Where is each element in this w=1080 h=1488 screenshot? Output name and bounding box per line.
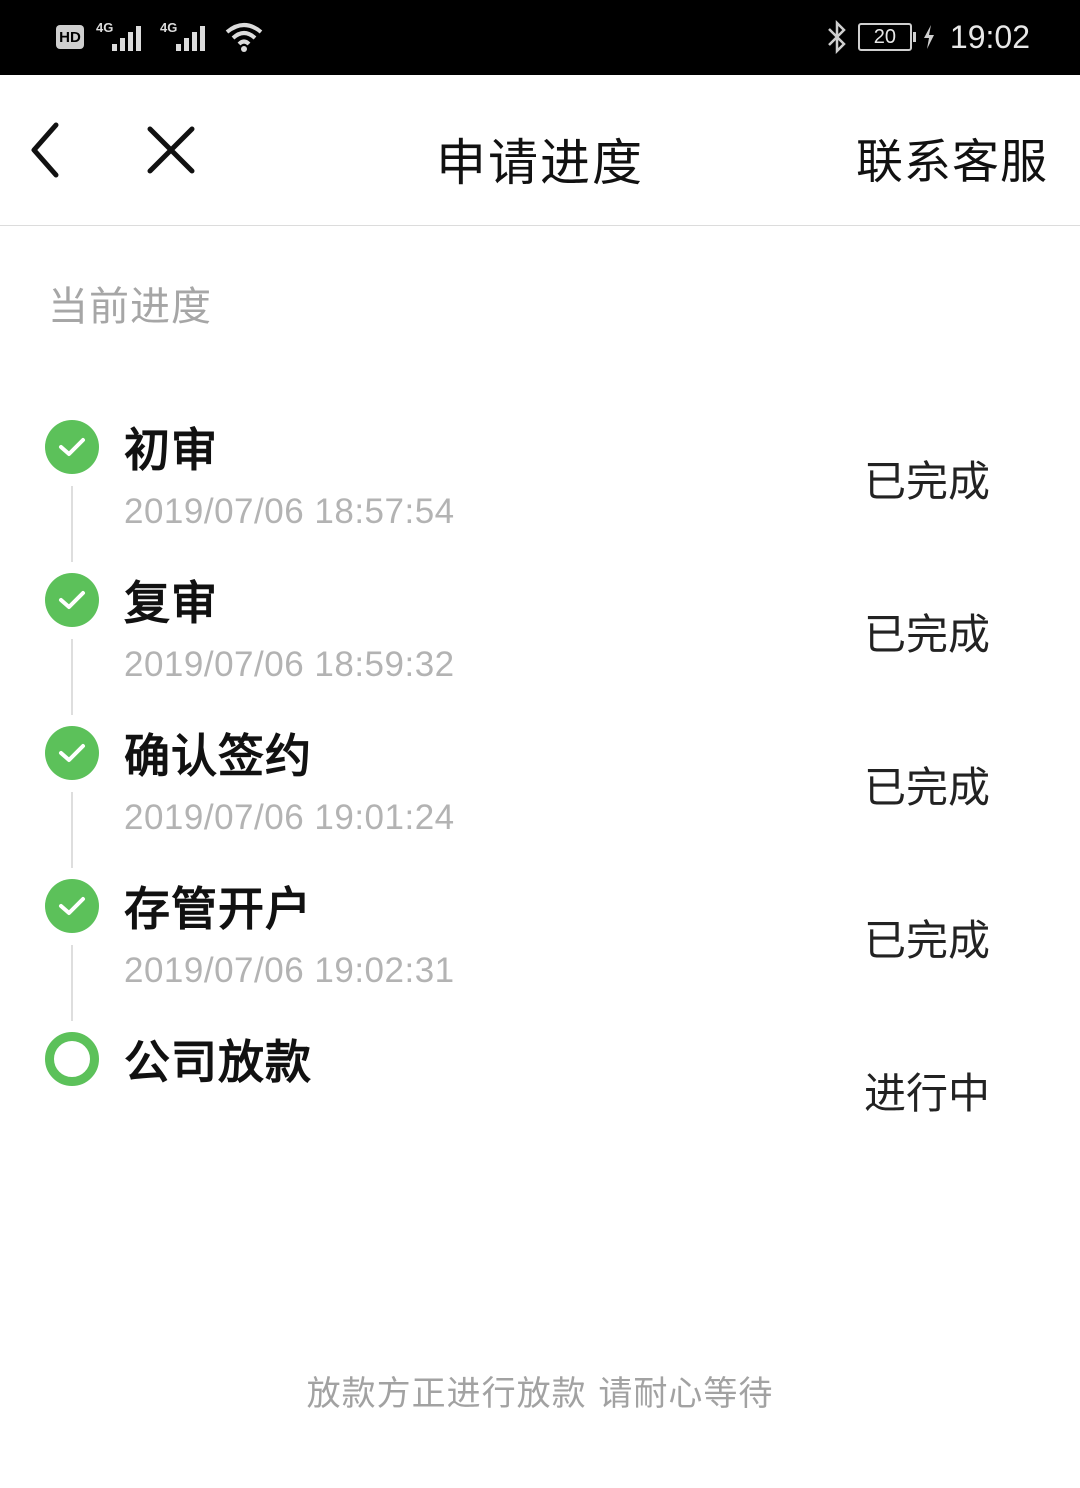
signal-bars-icon — [112, 26, 141, 51]
pending-circle-icon — [45, 1032, 99, 1086]
step-title: 初审 — [124, 423, 218, 477]
step-time: 2019/07/06 19:01:24 — [124, 798, 455, 837]
check-circle-icon — [45, 573, 99, 627]
step-title: 确认签约 — [124, 729, 312, 783]
step-time: 2019/07/06 19:02:31 — [124, 951, 455, 990]
cellular-signal-1: 4G — [96, 20, 148, 54]
timeline-connector — [71, 792, 73, 868]
status-right: 20 19:02 — [826, 14, 1030, 60]
footer-note: 放款方正进行放款 请耐心等待 — [306, 1374, 774, 1414]
status-bar: HD 4G 4G 20 19:02 — [0, 0, 1080, 75]
battery-level: 20 — [873, 25, 897, 48]
timeline-step: 存管开户 2019/07/06 19:02:31 已完成 — [0, 859, 1080, 1021]
check-circle-icon — [45, 726, 99, 780]
status-left: HD 4G 4G — [56, 17, 264, 57]
bluetooth-icon — [826, 20, 848, 54]
step-status: 已完成 — [863, 610, 990, 659]
contact-support-button[interactable]: 联系客服 — [856, 123, 1048, 192]
signal-bars-icon — [176, 26, 205, 51]
step-status: 已完成 — [863, 763, 990, 812]
step-time: 2019/07/06 18:57:54 — [124, 492, 455, 531]
step-time: 2019/07/06 18:59:32 — [124, 645, 455, 684]
step-title: 复审 — [124, 576, 218, 630]
nav-bar: 申请进度 联系客服 — [0, 75, 1080, 226]
timeline-step: 初审 2019/07/06 18:57:54 已完成 — [0, 400, 1080, 562]
step-title: 公司放款 — [124, 1035, 312, 1089]
timeline-connector — [71, 945, 73, 1021]
step-status: 已完成 — [863, 457, 990, 506]
hd-badge: HD — [56, 25, 84, 49]
timeline-step: 确认签约 2019/07/06 19:01:24 已完成 — [0, 706, 1080, 868]
section-label: 当前进度 — [48, 284, 212, 330]
battery-icon: 20 — [857, 23, 916, 51]
timeline-connector — [71, 486, 73, 562]
step-status: 已完成 — [863, 916, 990, 965]
step-title: 存管开户 — [124, 882, 312, 936]
status-time: 19:02 — [949, 18, 1030, 55]
check-circle-icon — [45, 420, 99, 474]
timeline-step: 复审 2019/07/06 18:59:32 已完成 — [0, 553, 1080, 715]
charging-icon — [922, 24, 936, 50]
check-circle-icon — [45, 879, 99, 933]
step-status: 进行中 — [863, 1069, 990, 1118]
wifi-icon — [225, 23, 263, 52]
timeline-connector — [71, 639, 73, 715]
timeline-step: 公司放款 进行中 — [0, 1012, 1080, 1165]
cellular-signal-2: 4G — [160, 20, 212, 54]
